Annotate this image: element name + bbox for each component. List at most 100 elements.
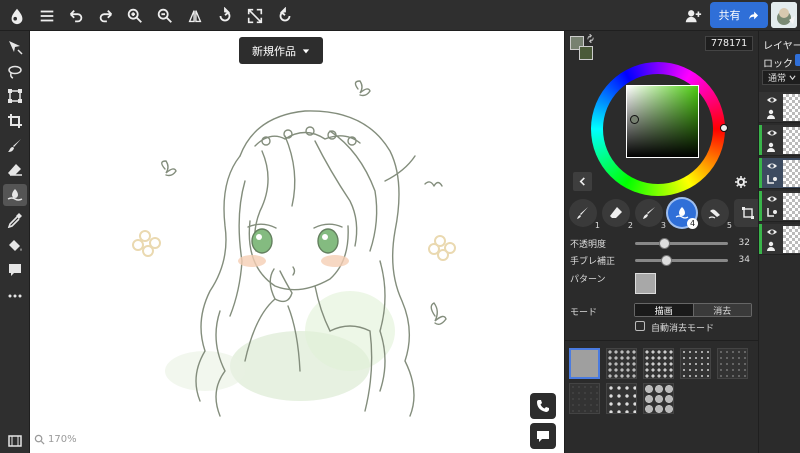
- layer-row[interactable]: [759, 191, 800, 222]
- filmstrip-icon[interactable]: [3, 430, 27, 452]
- clipping-icon: [767, 175, 777, 184]
- eye-icon[interactable]: [766, 194, 778, 204]
- zoom-out-icon[interactable]: [154, 5, 176, 27]
- artwork-title-dropdown[interactable]: 新規作品: [239, 37, 323, 64]
- drawing-canvas[interactable]: 新規作品 170%: [30, 31, 564, 453]
- redo-icon[interactable]: [95, 5, 117, 27]
- blur-tool-icon[interactable]: [3, 184, 27, 206]
- eye-icon[interactable]: [766, 161, 778, 171]
- brush-tool-icon[interactable]: [3, 134, 27, 156]
- opacity-label: 不透明度: [570, 239, 607, 250]
- hex-color-field[interactable]: 778171: [705, 36, 753, 51]
- left-toolbar: [0, 31, 30, 453]
- eyedropper-tool-icon[interactable]: [3, 209, 27, 231]
- layer-row-selected[interactable]: [759, 158, 800, 189]
- call-button[interactable]: [530, 393, 556, 419]
- lasso-tool-icon[interactable]: [3, 61, 27, 83]
- share-button[interactable]: 共有: [710, 2, 768, 28]
- transform-tool-icon[interactable]: [3, 85, 27, 107]
- rotate-icon[interactable]: [214, 5, 236, 27]
- add-user-icon[interactable]: [682, 5, 704, 27]
- zoom-indicator[interactable]: 170%: [34, 434, 77, 445]
- mode-draw-option[interactable]: 描画: [635, 304, 693, 317]
- lock-alpha-toggle[interactable]: [795, 54, 800, 66]
- layer-panel-title: レイヤー: [763, 41, 800, 52]
- opacity-slider-row: 不透明度 32: [570, 236, 756, 250]
- magnifier-icon: [34, 434, 45, 445]
- flip-icon[interactable]: [184, 5, 206, 27]
- auto-erase-checkbox[interactable]: [635, 321, 645, 331]
- chevron-down-icon: [789, 75, 796, 81]
- layer-group-indicator: [759, 158, 762, 188]
- stabilizer-slider-knob[interactable]: [661, 254, 672, 266]
- blur-icon: [675, 207, 689, 219]
- text-tool-icon[interactable]: [3, 259, 27, 281]
- layer-row[interactable]: [759, 125, 800, 156]
- pen-icon: [577, 207, 588, 219]
- collapse-panel-button[interactable]: [573, 172, 592, 191]
- share-arrow-icon: [748, 11, 758, 19]
- opacity-slider[interactable]: [635, 237, 728, 249]
- color-settings-gear-icon[interactable]: [735, 176, 747, 188]
- mode-erase-option[interactable]: 消去: [692, 304, 751, 317]
- layer-group-indicator: [759, 125, 762, 155]
- caret-down-icon: [302, 48, 310, 53]
- panel-divider: [565, 340, 759, 341]
- top-bar: 共有: [0, 0, 800, 31]
- app-logo-icon[interactable]: [6, 5, 28, 27]
- brush-preset-pen[interactable]: 1: [569, 199, 600, 230]
- eye-icon[interactable]: [766, 227, 778, 237]
- stabilizer-label: 手ブレ補正: [570, 256, 616, 267]
- move-tool-icon[interactable]: [3, 36, 27, 58]
- brush-preset-blur[interactable]: 4: [668, 199, 698, 229]
- brush-preset-brush[interactable]: 3: [635, 199, 666, 230]
- color-picker-cursor[interactable]: [630, 115, 639, 124]
- secondary-color-swatch[interactable]: [579, 46, 593, 60]
- pattern-circles[interactable]: [643, 383, 674, 414]
- blend-mode-value: 通常: [768, 74, 787, 84]
- pattern-dots-small[interactable]: [717, 348, 748, 379]
- opacity-slider-knob[interactable]: [659, 237, 670, 249]
- stabilizer-slider-row: 手ブレ補正 34: [570, 253, 756, 267]
- pattern-checker[interactable]: [606, 348, 637, 379]
- layer-thumbnail: [783, 127, 800, 154]
- brush-preset-smudge[interactable]: 5: [701, 199, 732, 230]
- layer-owner-icon: [767, 109, 775, 119]
- layer-row[interactable]: [759, 224, 800, 255]
- pattern-swatch[interactable]: [635, 273, 656, 294]
- stabilizer-value: 34: [738, 255, 750, 265]
- layer-thumbnail: [783, 226, 800, 253]
- shape-icon: [742, 207, 754, 219]
- layer-thumbnail: [783, 94, 800, 121]
- chat-button[interactable]: [530, 423, 556, 449]
- hue-cursor[interactable]: [720, 124, 728, 132]
- more-tools-icon[interactable]: [3, 285, 27, 307]
- pattern-solid[interactable]: [569, 348, 600, 379]
- layer-row[interactable]: [759, 92, 800, 123]
- pattern-dots-medium[interactable]: [680, 348, 711, 379]
- crop-tool-icon[interactable]: [3, 110, 27, 132]
- pattern-dots-tiny[interactable]: [569, 383, 600, 414]
- reset-rotation-icon[interactable]: [274, 5, 296, 27]
- fill-tool-icon[interactable]: [3, 234, 27, 256]
- swap-colors-icon[interactable]: [586, 34, 595, 43]
- blend-mode-select[interactable]: 通常: [762, 70, 800, 85]
- layer-thumbnail: [783, 160, 800, 187]
- mode-label: モード: [570, 308, 598, 318]
- fit-screen-icon[interactable]: [244, 5, 266, 27]
- share-label: 共有: [718, 9, 741, 22]
- eraser-tool-icon[interactable]: [3, 159, 27, 181]
- artwork-sketch: [132, 80, 456, 417]
- pattern-stars[interactable]: [606, 383, 637, 414]
- avatar[interactable]: [771, 2, 797, 28]
- stabilizer-slider[interactable]: [635, 254, 728, 266]
- zoom-in-icon[interactable]: [124, 5, 146, 27]
- eye-icon[interactable]: [766, 95, 778, 105]
- pattern-dots-large[interactable]: [643, 348, 674, 379]
- chat-icon: [537, 431, 549, 442]
- undo-icon[interactable]: [65, 5, 87, 27]
- menu-icon[interactable]: [36, 5, 58, 27]
- opacity-value: 32: [738, 238, 750, 248]
- eye-icon[interactable]: [766, 128, 778, 138]
- brush-preset-eraser[interactable]: 2: [602, 199, 633, 230]
